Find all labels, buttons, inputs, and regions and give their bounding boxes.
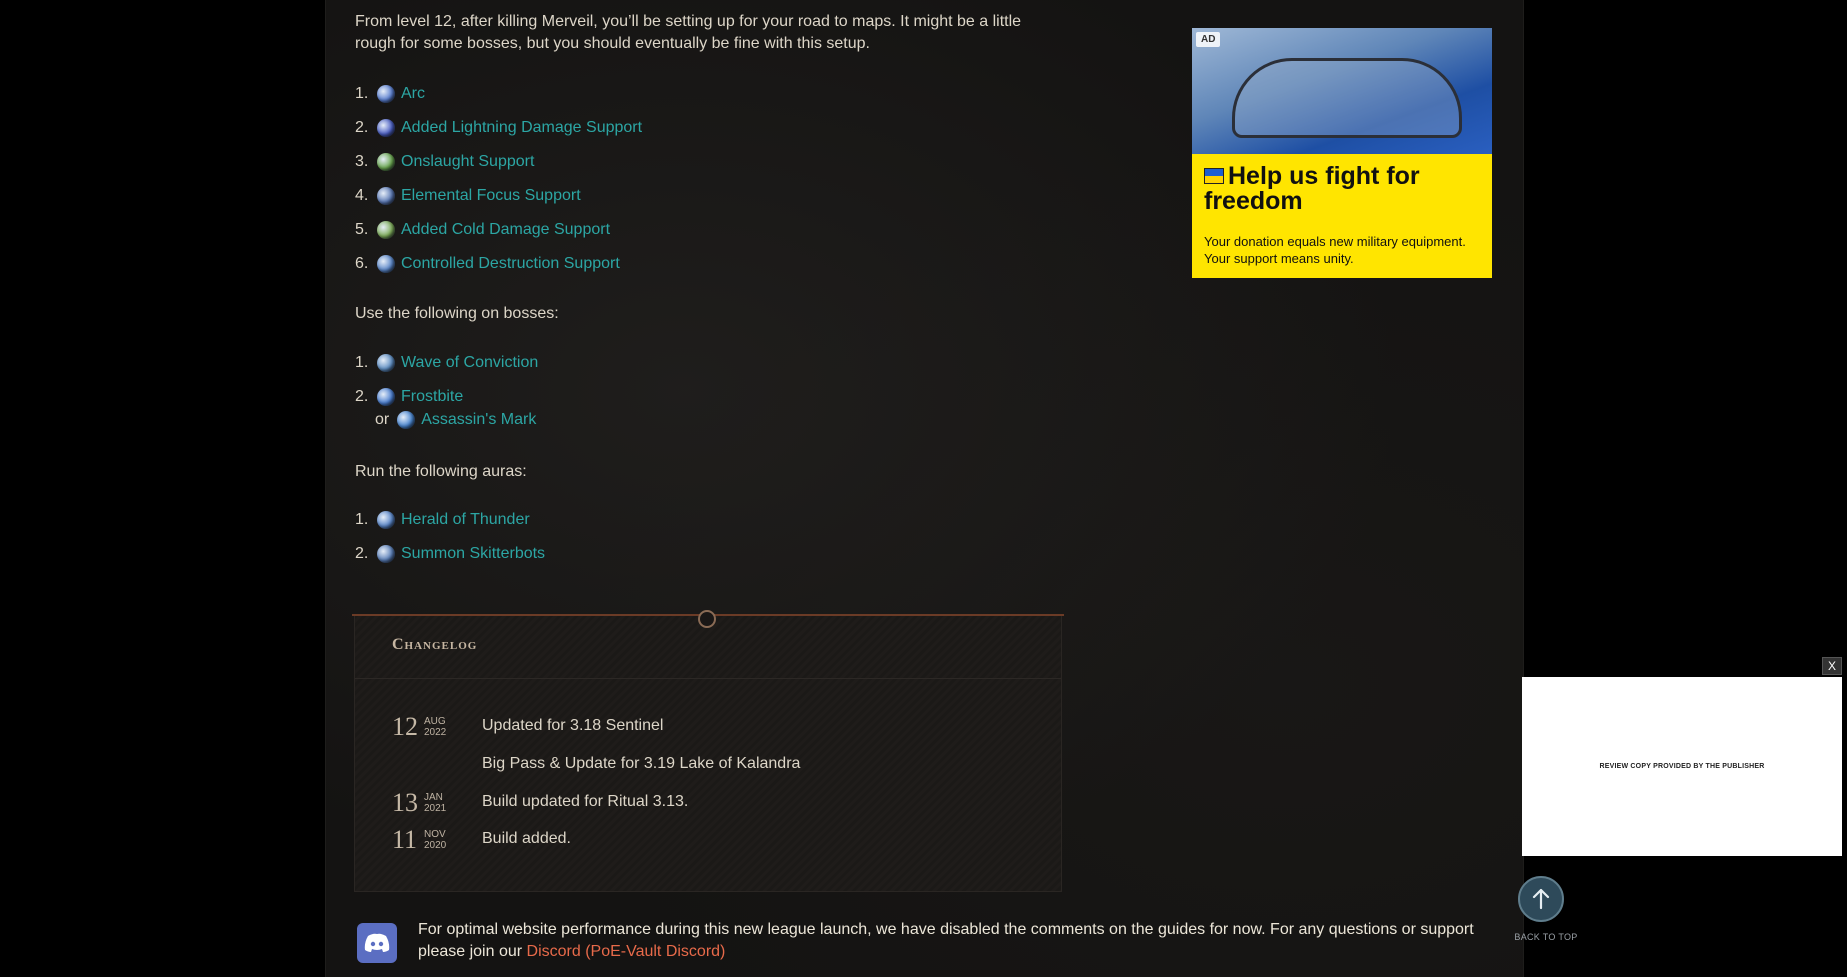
- changelog-entry-text: Build updated for Ritual 3.13.: [482, 793, 689, 810]
- changelog-date: 12 AUG 2022: [392, 712, 480, 742]
- changelog-divider: [355, 678, 1061, 679]
- gem-link[interactable]: Frostbite: [401, 388, 463, 406]
- gem-link[interactable]: Added Cold Damage Support: [401, 221, 610, 239]
- comments-notice: For optimal website performance during t…: [418, 919, 1478, 963]
- gem-icon: [377, 153, 395, 171]
- gem-list-item: 3. Onslaught Support: [355, 145, 642, 179]
- gem-link[interactable]: Onslaught Support: [401, 153, 534, 171]
- aura-gem-list: 1. Herald of Thunder 2. Summon Skitterbots: [355, 503, 545, 571]
- gem-list-item: 1. Wave of Conviction: [355, 346, 538, 380]
- gem-link[interactable]: Arc: [401, 85, 425, 103]
- gem-list-item: 2. Summon Skitterbots: [355, 537, 545, 571]
- back-to-top-button[interactable]: [1518, 876, 1564, 922]
- list-number: 2.: [355, 388, 369, 405]
- list-number: 4.: [355, 187, 369, 204]
- changelog-month: JAN: [424, 792, 443, 803]
- float-ad-text: REVIEW COPY PROVIDED BY THE PUBLISHER: [1599, 763, 1765, 770]
- changelog-ornament: [698, 610, 716, 628]
- gem-link[interactable]: Wave of Conviction: [401, 354, 538, 372]
- floating-video-ad[interactable]: REVIEW COPY PROVIDED BY THE PUBLISHER: [1522, 677, 1842, 856]
- changelog-day: 11: [392, 825, 418, 854]
- gem-icon: [397, 411, 416, 429]
- changelog-entry-text: Updated for 3.18 Sentinel: [482, 717, 664, 734]
- gem-list-item: 4. Elemental Focus Support: [355, 179, 642, 213]
- changelog-month: NOV: [424, 829, 446, 840]
- ad-body: Your donation equals new military equipm…: [1204, 234, 1466, 266]
- gem-icon: [377, 85, 395, 103]
- gem-list-item: 2. Added Lightning Damage Support: [355, 111, 642, 145]
- gem-icon: [377, 354, 395, 372]
- changelog-day: 13: [392, 788, 418, 817]
- ad-banner[interactable]: AD Help us fight for freedom Your donati…: [1192, 28, 1492, 278]
- changelog-date: 11 NOV 2020: [392, 825, 480, 855]
- changelog-entry-text: Big Pass & Update for 3.19 Lake of Kalan…: [482, 755, 801, 772]
- discord-logo-icon: [364, 933, 390, 952]
- changelog-date: 13 JAN 2021: [392, 788, 480, 818]
- changelog-day: 12: [392, 712, 418, 741]
- bosses-heading: Use the following on bosses:: [355, 305, 559, 322]
- auras-heading: Run the following auras:: [355, 463, 527, 480]
- gem-icon: [377, 255, 395, 273]
- boss-gem-list: 1. Wave of Conviction 2. Frostbite: [355, 346, 538, 414]
- boss-alt-row: or Assassin's Mark: [375, 411, 536, 429]
- list-number: 2.: [355, 545, 369, 562]
- gem-link[interactable]: Added Lightning Damage Support: [401, 119, 642, 137]
- discord-icon[interactable]: [357, 923, 397, 963]
- ad-jet-canopy: [1232, 58, 1462, 138]
- list-number: 6.: [355, 255, 369, 272]
- gem-icon: [377, 388, 395, 406]
- arrow-up-icon: [1532, 888, 1550, 910]
- gem-link[interactable]: Controlled Destruction Support: [401, 255, 620, 273]
- main-gem-list: 1. Arc 2. Added Lightning Damage Support 3. O…: [355, 77, 642, 281]
- ad-image: [1192, 28, 1492, 154]
- gem-icon: [377, 221, 395, 239]
- or-label: or: [375, 411, 390, 428]
- discord-link[interactable]: Discord (PoE-Vault Discord): [527, 943, 726, 960]
- changelog-year: 2020: [424, 840, 447, 851]
- gem-link[interactable]: Elemental Focus Support: [401, 187, 581, 205]
- changelog-title: Changelog: [392, 636, 478, 653]
- intro-paragraph: From level 12, after killing Merveil, yo…: [355, 13, 1022, 52]
- gem-list-item: 1. Arc: [355, 77, 642, 111]
- ad-badge: AD: [1196, 32, 1221, 47]
- gem-icon: [377, 511, 395, 529]
- gem-list-item: 2. Frostbite: [355, 380, 538, 414]
- gem-list-item: 1. Herald of Thunder: [355, 503, 545, 537]
- gem-link[interactable]: Herald of Thunder: [401, 511, 530, 529]
- changelog-year: 2022: [424, 727, 447, 738]
- ad-headline: Help us fight for freedom: [1204, 162, 1420, 215]
- gem-icon: [377, 187, 395, 205]
- gem-icon: [377, 119, 395, 137]
- list-number: 2.: [355, 119, 369, 136]
- changelog-entry-text: Build added.: [482, 830, 571, 847]
- gem-list-item: 5. Added Cold Damage Support: [355, 213, 642, 247]
- gem-list-item: 6. Controlled Destruction Support: [355, 247, 642, 281]
- back-to-top-label: BACK TO TOP: [1514, 932, 1578, 942]
- list-number: 5.: [355, 221, 369, 238]
- changelog-month: AUG: [424, 716, 446, 727]
- list-number: 1.: [355, 511, 369, 528]
- close-ad-button[interactable]: X: [1822, 657, 1842, 675]
- gem-icon: [377, 545, 395, 563]
- list-number: 1.: [355, 354, 369, 371]
- list-number: 1.: [355, 85, 369, 102]
- gem-link[interactable]: Summon Skitterbots: [401, 545, 545, 563]
- changelog-year: 2021: [424, 803, 447, 814]
- list-number: 3.: [355, 153, 369, 170]
- gem-link-assassins-mark[interactable]: Assassin's Mark: [421, 411, 536, 429]
